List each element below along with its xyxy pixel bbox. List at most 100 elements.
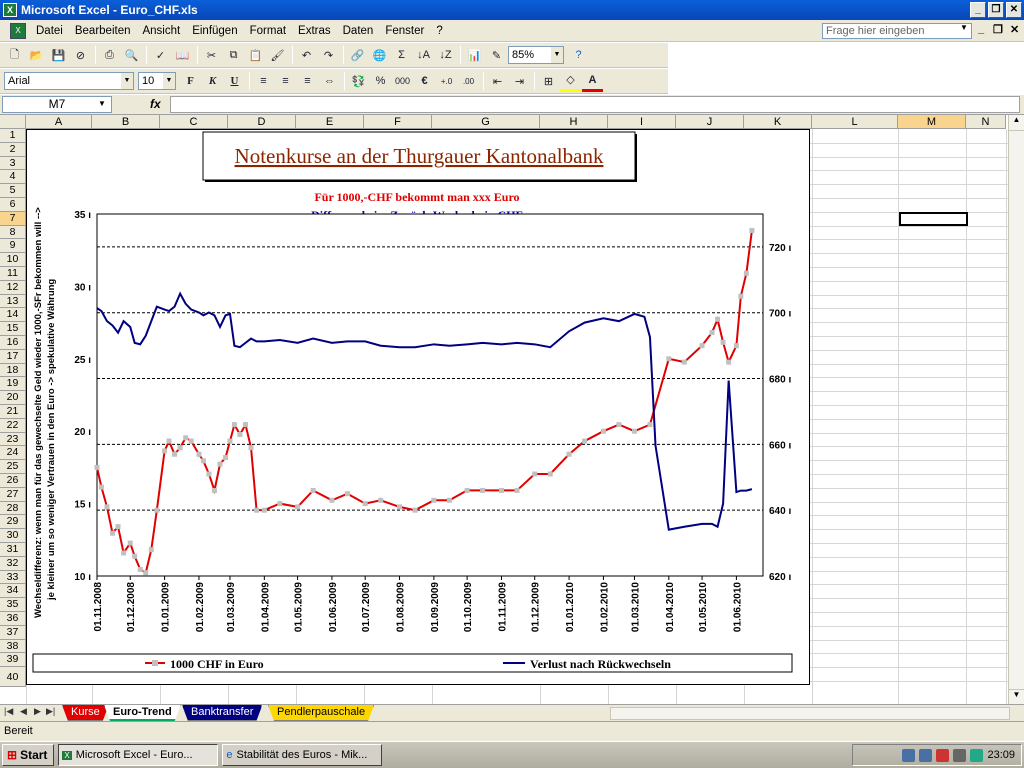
menu-extras[interactable]: Extras <box>292 25 337 37</box>
column-header-n[interactable]: N <box>966 115 1006 129</box>
row-header-3[interactable]: 3 <box>0 156 26 171</box>
row-header-14[interactable]: 14 <box>0 308 26 323</box>
row-header-9[interactable]: 9 <box>0 239 26 254</box>
format-painter-icon[interactable]: 🖌 <box>267 45 288 66</box>
column-header-l[interactable]: L <box>812 115 898 129</box>
prev-sheet-icon[interactable]: ◀ <box>20 706 27 717</box>
selected-cell[interactable] <box>899 212 968 226</box>
menu-format[interactable]: Format <box>244 25 292 37</box>
spelling-icon[interactable]: ✓ <box>150 45 171 66</box>
vertical-scrollbar[interactable]: ▲ ▼ <box>1008 115 1024 705</box>
row-header-7[interactable]: 7 <box>0 211 26 226</box>
autosum-icon[interactable]: Σ <box>391 45 412 66</box>
row-header-4[interactable]: 4 <box>0 170 26 185</box>
sort-asc-icon[interactable]: ↓A <box>413 45 434 66</box>
row-header-27[interactable]: 27 <box>0 487 26 502</box>
close-button[interactable]: ✕ <box>1006 2 1022 18</box>
save-icon[interactable]: 💾 <box>48 45 69 66</box>
row-header-18[interactable]: 18 <box>0 363 26 378</box>
document-icon[interactable]: X <box>10 22 26 39</box>
row-header-40[interactable]: 40 <box>0 667 26 688</box>
menu-einfuegen[interactable]: Einfügen <box>186 25 243 37</box>
column-header-k[interactable]: K <box>744 115 812 129</box>
column-header-d[interactable]: D <box>228 115 296 129</box>
column-header-c[interactable]: C <box>160 115 228 129</box>
row-header-29[interactable]: 29 <box>0 515 26 530</box>
row-header-23[interactable]: 23 <box>0 432 26 447</box>
horizontal-scrollbar[interactable] <box>610 707 1010 720</box>
next-sheet-icon[interactable]: ▶ <box>34 706 41 717</box>
tab-euro-trend[interactable]: Euro-Trend <box>104 705 181 721</box>
chart-area[interactable]: Notenkurse an der Thurgauer Kantonalbank… <box>26 129 810 685</box>
row-header-19[interactable]: 19 <box>0 377 26 392</box>
font-color-icon[interactable]: A <box>582 71 603 92</box>
row-header-17[interactable]: 17 <box>0 349 26 364</box>
row-header-13[interactable]: 13 <box>0 294 26 309</box>
print-icon[interactable]: ⎙ <box>99 45 120 66</box>
select-all-corner[interactable] <box>0 115 26 129</box>
row-header-28[interactable]: 28 <box>0 501 26 516</box>
paste-icon[interactable]: 📋 <box>245 45 266 66</box>
chevron-down-icon[interactable]: ▼ <box>98 99 106 108</box>
row-header-32[interactable]: 32 <box>0 556 26 571</box>
permission-icon[interactable]: ⊘ <box>70 45 91 66</box>
menu-bearbeiten[interactable]: Bearbeiten <box>69 25 137 37</box>
decrease-indent-icon[interactable]: ⇤ <box>487 71 508 92</box>
help-search-input[interactable]: Frage hier eingeben <box>822 23 972 39</box>
thousands-icon[interactable]: 000 <box>392 71 413 92</box>
column-header-i[interactable]: I <box>608 115 676 129</box>
row-header-36[interactable]: 36 <box>0 612 26 626</box>
formula-input[interactable] <box>170 96 1020 113</box>
align-right-icon[interactable]: ≡ <box>297 71 318 92</box>
security-icon[interactable] <box>936 748 950 762</box>
decrease-decimal-icon[interactable]: .00 <box>458 71 479 92</box>
row-header-6[interactable]: 6 <box>0 198 26 212</box>
menu-datei[interactable]: Datei <box>30 25 69 37</box>
italic-icon[interactable]: K <box>202 71 223 92</box>
euro-icon[interactable]: € <box>414 71 435 92</box>
fill-color-icon[interactable]: ◇ <box>560 71 581 92</box>
tab-pendlerpauschale[interactable]: Pendlerpauschale <box>268 705 374 721</box>
align-left-icon[interactable]: ≡ <box>253 71 274 92</box>
doc-close-button[interactable]: ✕ <box>1010 23 1019 36</box>
zoom-select[interactable]: 85% ▼ <box>508 46 564 64</box>
underline-icon[interactable]: U <box>224 71 245 92</box>
undo-icon[interactable]: ↶ <box>296 45 317 66</box>
hyperlink-icon[interactable]: 🔗 <box>347 45 368 66</box>
fx-icon[interactable]: fx <box>150 97 161 111</box>
minimize-button[interactable]: _ <box>970 2 986 18</box>
currency-icon[interactable]: 💱 <box>348 71 369 92</box>
align-center-icon[interactable]: ≡ <box>275 71 296 92</box>
column-header-g[interactable]: G <box>432 115 540 129</box>
doc-restore-button[interactable]: ❐ <box>993 23 1003 36</box>
borders-icon[interactable]: ⊞ <box>538 71 559 92</box>
increase-decimal-icon[interactable]: +.0 <box>436 71 457 92</box>
globe-icon[interactable]: 🌐 <box>369 45 390 66</box>
row-header-37[interactable]: 37 <box>0 625 26 640</box>
menu-fenster[interactable]: Fenster <box>379 25 430 37</box>
row-header-10[interactable]: 10 <box>0 253 26 267</box>
row-header-30[interactable]: 30 <box>0 529 26 543</box>
chart-wizard-icon[interactable]: 📊 <box>464 45 485 66</box>
row-header-31[interactable]: 31 <box>0 543 26 557</box>
row-header-1[interactable]: 1 <box>0 129 26 143</box>
column-header-j[interactable]: J <box>676 115 744 129</box>
menu-help[interactable]: ? <box>430 25 448 37</box>
open-icon[interactable]: 📂 <box>26 45 47 66</box>
bold-icon[interactable]: F <box>180 71 201 92</box>
column-header-h[interactable]: H <box>540 115 608 129</box>
row-header-39[interactable]: 39 <box>0 653 26 668</box>
task-browser[interactable]: e Stabilität des Euros - Mik... <box>222 744 383 766</box>
column-header-m[interactable]: M <box>898 115 966 129</box>
help-icon[interactable]: ? <box>568 45 589 66</box>
first-sheet-icon[interactable]: |◀ <box>4 706 13 717</box>
copy-icon[interactable]: ⧉ <box>223 45 244 66</box>
task-excel[interactable]: X Microsoft Excel - Euro... <box>58 744 219 766</box>
row-header-35[interactable]: 35 <box>0 598 26 612</box>
name-box[interactable]: M7 <box>2 96 112 113</box>
menu-daten[interactable]: Daten <box>337 25 380 37</box>
redo-icon[interactable]: ↷ <box>318 45 339 66</box>
new-icon[interactable]: 🗋 <box>4 45 25 66</box>
tab-banktransfer[interactable]: Banktransfer <box>182 705 262 721</box>
print-preview-icon[interactable]: 🔍 <box>121 45 142 66</box>
